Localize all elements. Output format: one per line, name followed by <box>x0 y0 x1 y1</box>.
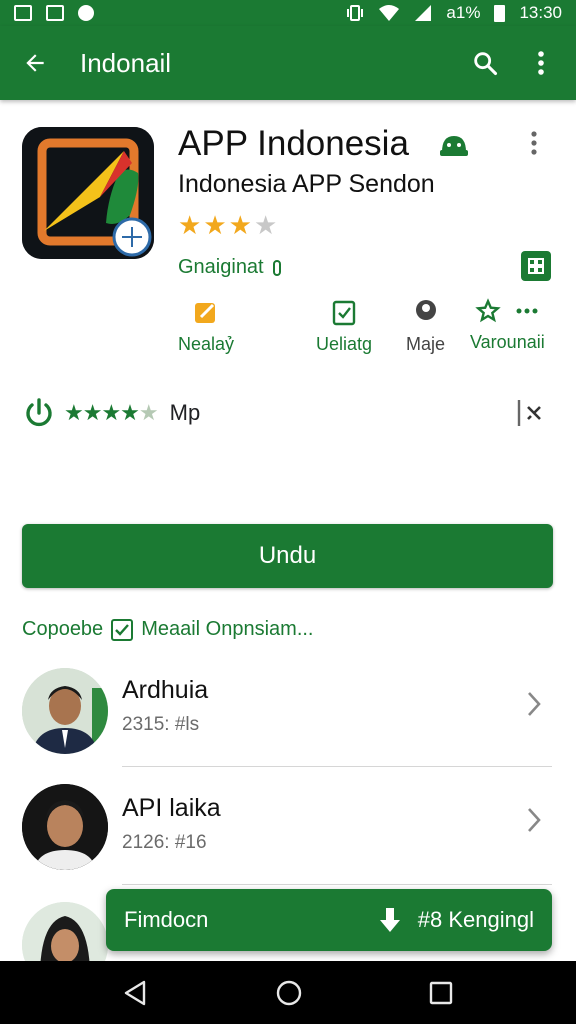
compass-logo-icon <box>22 127 154 259</box>
developer-name: Indonesia APP Sendon <box>178 170 435 198</box>
list-item[interactable]: API laika 2126: #16 <box>0 780 576 880</box>
snackbar-text: Fimdocn <box>124 907 209 932</box>
rating-row: ★★★★★ Mp <box>22 396 200 430</box>
app-notification-icon <box>46 5 64 21</box>
category-link[interactable]: Gnaiginat <box>178 256 282 279</box>
app-name: APP Indonesia <box>178 124 409 163</box>
page-title: Indonail <box>80 47 172 78</box>
divider <box>122 766 552 767</box>
star-icon: ★ <box>178 210 202 240</box>
category-pill-icon <box>273 259 282 276</box>
section-right-label[interactable]: Meaail Onpnsiam... <box>141 618 313 641</box>
share-button[interactable] <box>516 398 546 433</box>
cell-signal-icon <box>415 5 432 21</box>
rating-stars: ★★★★★ <box>64 400 159 425</box>
app-menu-button[interactable] <box>530 130 538 161</box>
download-icon <box>379 908 400 932</box>
clipboard-check-icon <box>332 300 356 326</box>
signal-text: a1% <box>446 3 481 22</box>
back-button[interactable] <box>18 46 52 80</box>
vibrate-icon <box>347 5 364 21</box>
battery-icon <box>494 4 506 22</box>
grid-icon <box>528 258 544 274</box>
share-icon <box>517 400 541 426</box>
star-icon: ★ <box>203 210 227 240</box>
snackbar-action-label: #8 Kengingl <box>417 907 534 932</box>
status-bar: a1% 13:30 <box>0 0 576 26</box>
snackbar: Fimdocn #8 Kengingl <box>106 889 552 951</box>
arrow-left-icon <box>26 54 44 72</box>
home-circle-icon[interactable] <box>275 979 303 1007</box>
power-icon <box>26 398 52 427</box>
app-icon[interactable] <box>22 127 154 259</box>
section-left-label[interactable]: Copoebe <box>22 618 103 641</box>
record-notification-icon <box>78 5 94 21</box>
quick-action-profile[interactable]: Maje <box>406 298 445 355</box>
wifi-icon <box>379 5 400 21</box>
verified-badge <box>438 130 470 165</box>
android-badge-icon <box>440 136 468 156</box>
divider <box>122 884 552 885</box>
system-nav-bar <box>0 961 576 1024</box>
avatar <box>22 668 108 754</box>
star-empty-icon: ★ <box>253 210 278 240</box>
edit-icon <box>195 303 216 323</box>
clock: 13:30 <box>519 3 562 22</box>
person-icon <box>415 300 436 320</box>
item-name: Ardhuia <box>122 676 209 704</box>
more-vert-icon <box>538 51 544 75</box>
quick-action-label: Maje <box>406 334 446 354</box>
check-icon <box>115 623 130 636</box>
quick-action-label: Nealaỷ <box>178 334 235 354</box>
install-button[interactable]: Undu <box>22 524 553 588</box>
app-bar: Indonail <box>0 26 576 100</box>
section-header: Copoebe Meaail Onpnsiam... <box>22 618 313 641</box>
star-icon: ★ <box>228 210 252 240</box>
gallery-notification-icon <box>14 5 32 21</box>
star-rating: ★ ★ ★ ★ <box>178 212 277 238</box>
rating-label: Mp <box>169 400 201 425</box>
search-icon <box>474 52 498 76</box>
more-vert-icon <box>531 131 537 155</box>
more-options-button[interactable] <box>524 46 558 80</box>
category-label: Gnaiginat <box>178 256 264 278</box>
star-outline-icon <box>475 298 502 323</box>
chevron-right-icon <box>528 692 541 716</box>
back-triangle-icon[interactable] <box>122 979 150 1007</box>
quick-action-list[interactable]: Ueliatg <box>316 298 372 355</box>
quick-action-label: Ueliatg <box>316 334 373 354</box>
list-item[interactable]: Ardhuia 2315: #ls <box>0 662 576 762</box>
person-avatar-icon <box>22 668 108 754</box>
quick-action-favorite[interactable]: Varounaii <box>470 298 545 353</box>
quick-action-edit[interactable]: Nealaỷ <box>178 298 234 355</box>
chevron-right-icon <box>528 808 541 832</box>
avatar <box>22 784 108 870</box>
person-avatar-icon <box>22 784 108 870</box>
more-horiz-icon <box>516 308 538 314</box>
search-button[interactable] <box>468 46 502 80</box>
recents-square-icon[interactable] <box>428 980 454 1006</box>
item-name: API laika <box>122 794 221 822</box>
section-checkbox[interactable] <box>111 618 134 641</box>
item-subtitle: 2315: #ls <box>122 714 200 735</box>
grid-button[interactable] <box>521 251 551 281</box>
quick-action-label: Varounaii <box>470 332 545 352</box>
item-subtitle: 2126: #16 <box>122 832 207 853</box>
snackbar-action-button[interactable]: #8 Kengingl <box>376 906 534 934</box>
